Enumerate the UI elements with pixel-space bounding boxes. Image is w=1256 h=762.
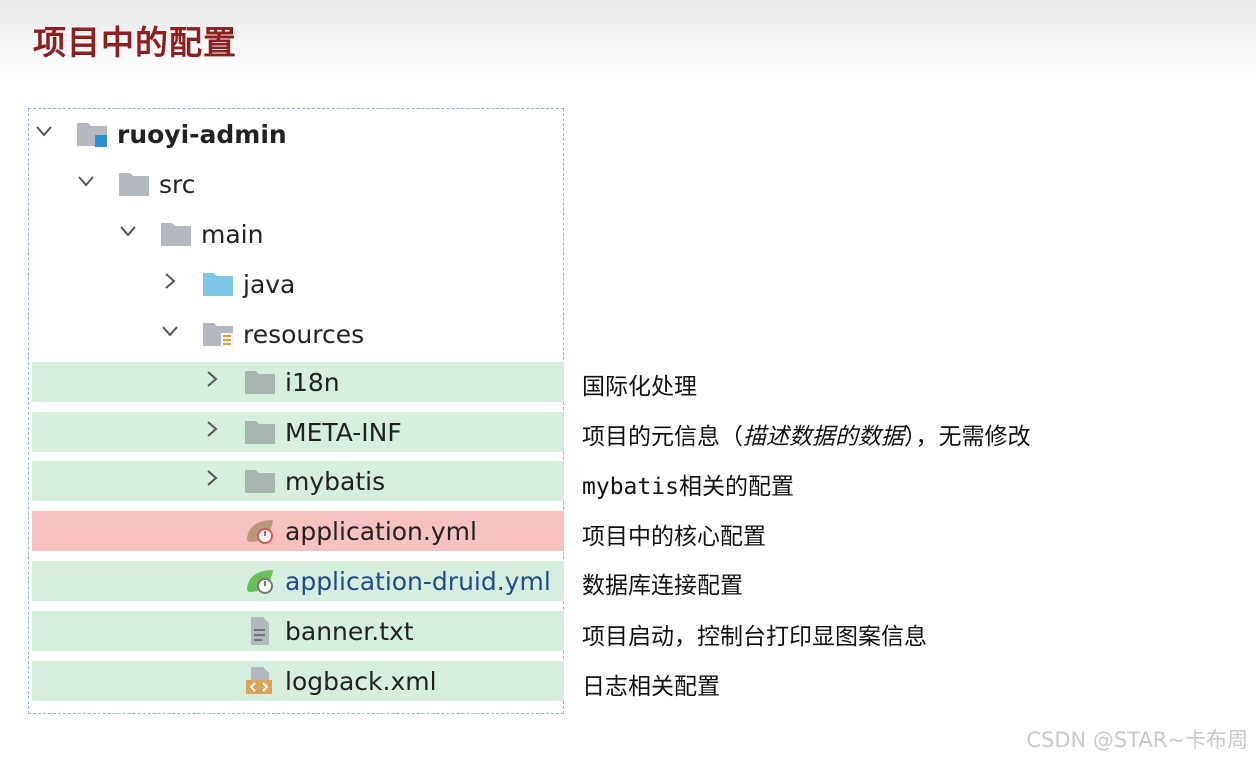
chevron-right-icon[interactable] xyxy=(159,271,181,295)
chevron-right-icon[interactable] xyxy=(201,468,223,492)
tree-node-banner-txt[interactable]: banner.txt xyxy=(32,611,564,651)
tree-node-logback-xml[interactable]: logback.xml xyxy=(32,661,564,701)
chevron-down-icon[interactable] xyxy=(159,321,181,345)
tree-node-ruoyi-admin[interactable]: ruoyi-admin xyxy=(29,114,559,154)
note-mybatis-code: mybatis xyxy=(582,474,679,500)
folder-icon xyxy=(243,367,277,397)
folder-icon xyxy=(117,169,151,199)
text-file-icon xyxy=(243,616,277,646)
note-mybatis: mybatis相关的配置 xyxy=(582,467,794,501)
tree-node-mybatis[interactable]: mybatis xyxy=(32,461,564,501)
note-meta-inf: 项目的元信息（描述数据的数据），无需修改 xyxy=(582,417,1031,451)
folder-icon xyxy=(159,219,193,249)
tree-label: src xyxy=(159,170,196,199)
note-i18n: 国际化处理 xyxy=(582,374,697,400)
tree-label: application-druid.yml xyxy=(285,567,551,596)
note-meta-inf-emphasis: 描述数据的数据 xyxy=(743,424,904,450)
tree-node-resources[interactable]: resources xyxy=(29,314,559,354)
resources-folder-icon xyxy=(201,319,235,349)
tree-node-src[interactable]: src xyxy=(29,164,559,204)
chevron-down-icon[interactable] xyxy=(117,221,139,245)
tree-node-java[interactable]: java xyxy=(29,264,559,304)
note-application-yml: 项目中的核心配置 xyxy=(582,524,766,550)
page-title: 项目中的配置 xyxy=(33,23,237,62)
module-folder-icon xyxy=(75,119,109,149)
folder-icon xyxy=(243,466,277,496)
spring-config-icon xyxy=(243,516,277,546)
header-bar: 项目中的配置 xyxy=(0,0,1256,80)
spring-config-icon xyxy=(243,566,277,596)
chevron-right-icon[interactable] xyxy=(201,419,223,443)
tree-label: mybatis xyxy=(285,467,386,496)
note-banner-txt: 项目启动，控制台打印显图案信息 xyxy=(582,624,927,650)
chevron-right-icon[interactable] xyxy=(201,369,223,393)
tree-label: main xyxy=(201,220,264,249)
note-logback-xml: 日志相关配置 xyxy=(582,674,720,700)
tree-node-meta-inf[interactable]: META-INF xyxy=(32,412,564,452)
chevron-down-icon[interactable] xyxy=(75,171,97,195)
tree-node-application-druid-yml[interactable]: application-druid.yml xyxy=(32,561,564,601)
note-mybatis-text: 相关的配置 xyxy=(678,474,794,500)
note-application-druid-yml: 数据库连接配置 xyxy=(582,573,743,599)
folder-icon xyxy=(243,417,277,447)
tree-node-application-yml[interactable]: application.yml xyxy=(32,511,564,551)
chevron-down-icon[interactable] xyxy=(33,121,55,145)
tree-label: META-INF xyxy=(285,418,402,447)
tree-node-i18n[interactable]: i18n xyxy=(32,362,564,402)
tree-label: i18n xyxy=(285,368,340,397)
watermark: CSDN @STAR~卡布周 xyxy=(1026,728,1248,752)
source-folder-icon xyxy=(201,269,235,299)
tree-label: resources xyxy=(243,320,365,349)
tree-label: banner.txt xyxy=(285,617,414,646)
tree-label: application.yml xyxy=(285,517,477,546)
xml-file-icon xyxy=(243,666,277,696)
note-meta-inf-prefix: 项目的元信息（ xyxy=(582,424,743,450)
project-tree: ruoyi-admin src main java resources i18n… xyxy=(28,108,564,714)
tree-label: java xyxy=(243,270,296,299)
note-meta-inf-suffix: ），无需修改 xyxy=(904,424,1031,450)
tree-node-main[interactable]: main xyxy=(29,214,559,254)
tree-label: ruoyi-admin xyxy=(117,120,287,149)
tree-label: logback.xml xyxy=(285,667,437,696)
